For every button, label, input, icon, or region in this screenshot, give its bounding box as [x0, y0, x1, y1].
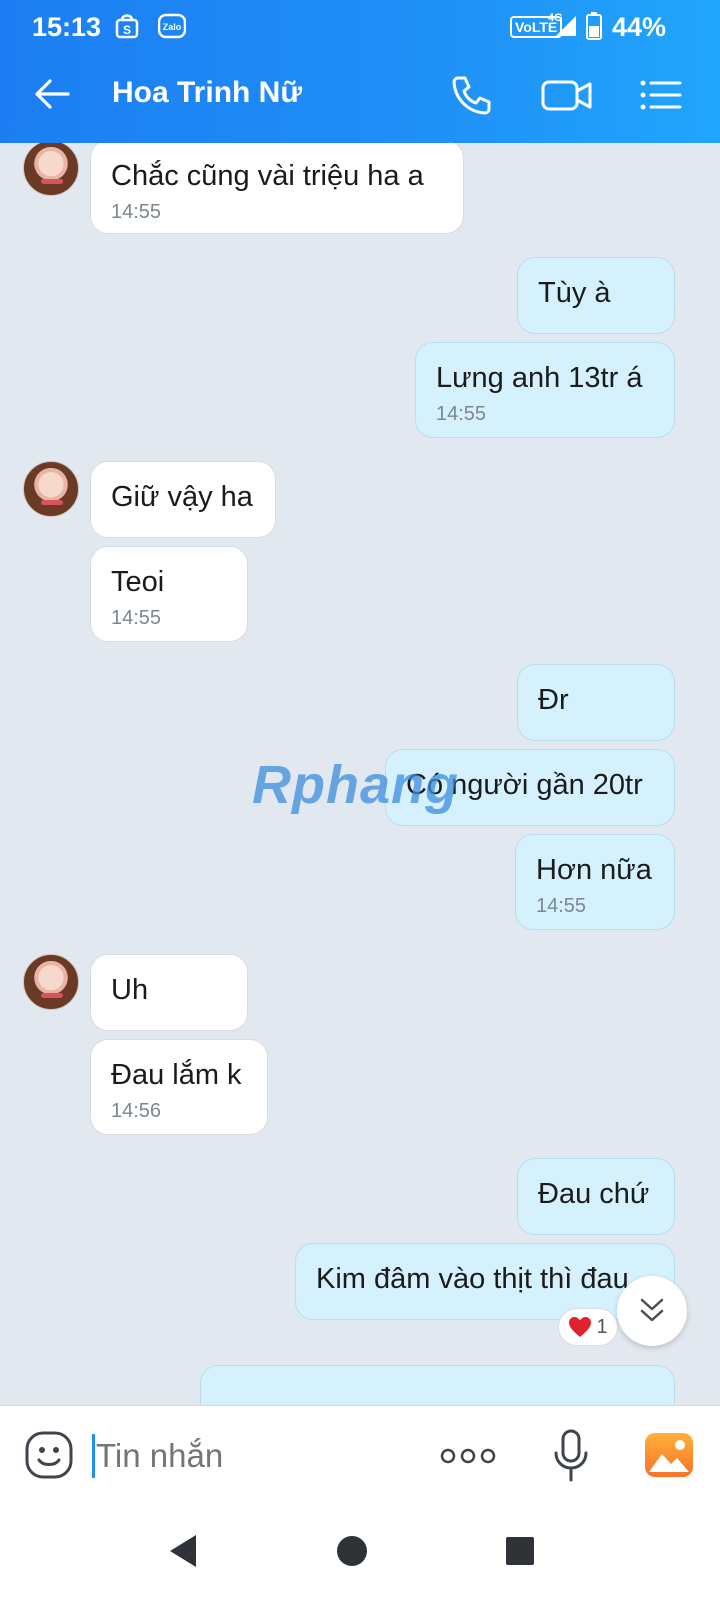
back-arrow-icon[interactable]: [30, 72, 74, 116]
message-text: Đr: [538, 684, 569, 716]
watermark: Rphang: [252, 755, 459, 815]
reaction-count: 1: [596, 1315, 608, 1338]
message-bubble-incoming[interactable]: Chắc cũng vài triệu ha a 14:55: [90, 143, 464, 234]
status-bar: 15:13 S Zalo VoLTE 4G 44%: [0, 0, 720, 50]
text-cursor: [92, 1434, 95, 1478]
message-bubble-incoming[interactable]: Uh: [90, 954, 248, 1031]
system-navigation-bar: [0, 1505, 720, 1600]
app-top-bar: 15:13 S Zalo VoLTE 4G 44% Hoa Trinh Nữ: [0, 0, 720, 143]
shopee-icon: S: [115, 14, 139, 39]
message-bubble-outgoing[interactable]: Hơn nữa 14:55: [515, 834, 675, 930]
message-text: Lưng anh 13tr á: [436, 362, 643, 394]
chat-header: Hoa Trinh Nữ: [0, 50, 720, 143]
message-text: Đau lắm k: [111, 1059, 242, 1091]
contact-avatar[interactable]: [23, 954, 79, 1010]
nav-back-icon[interactable]: [162, 1529, 206, 1573]
message-bubble-incoming[interactable]: Teoi 14:55: [90, 546, 248, 642]
message-bubble-outgoing[interactable]: [200, 1365, 675, 1405]
contact-avatar[interactable]: [23, 143, 79, 196]
message-time: 14:55: [536, 895, 587, 917]
menu-list-icon[interactable]: [636, 70, 686, 120]
message-text: Teoi: [111, 566, 165, 598]
message-time: 14:56: [111, 1100, 162, 1122]
message-bubble-outgoing[interactable]: Lưng anh 13tr á 14:55: [415, 342, 675, 438]
microphone-icon[interactable]: [551, 1428, 591, 1484]
message-bubble-outgoing[interactable]: Đau chứ: [517, 1158, 675, 1235]
image-gallery-icon[interactable]: [644, 1432, 694, 1478]
message-bubble-incoming[interactable]: Đau lắm k 14:56: [90, 1039, 268, 1135]
phone-call-icon[interactable]: [446, 70, 496, 120]
status-time: 15:13: [32, 12, 102, 42]
scroll-to-bottom-button[interactable]: [617, 1276, 687, 1346]
message-bubble-outgoing[interactable]: Tùy à: [517, 257, 675, 334]
nav-recents-icon[interactable]: [498, 1529, 542, 1573]
battery-percent: 44%: [612, 12, 667, 42]
video-call-icon[interactable]: [540, 70, 594, 120]
reaction-badge[interactable]: 1: [558, 1308, 618, 1346]
contact-avatar[interactable]: [23, 461, 79, 517]
sticker-emoji-icon[interactable]: [24, 1430, 74, 1480]
double-chevron-down-icon: [640, 1298, 664, 1322]
message-input[interactable]: [96, 1434, 396, 1478]
message-text: Giữ vậy ha: [111, 481, 253, 513]
message-text: Đau chứ: [538, 1178, 650, 1210]
message-bubble-incoming[interactable]: Giữ vậy ha: [90, 461, 276, 538]
message-text: Tùy à: [538, 277, 611, 309]
contact-name[interactable]: Hoa Trinh Nữ: [112, 76, 302, 110]
message-text: Kim đâm vào thịt thì đau: [316, 1263, 629, 1295]
message-time: 14:55: [436, 403, 487, 425]
message-time: 14:55: [111, 201, 162, 223]
heart-icon: [569, 1317, 592, 1337]
chat-messages[interactable]: Chắc cũng vài triệu ha a 14:55 Tùy à Lưn…: [0, 143, 720, 1405]
message-text: Uh: [111, 974, 149, 1006]
message-text: Chắc cũng vài triệu ha a: [111, 160, 424, 192]
nav-home-icon[interactable]: [330, 1529, 374, 1573]
zalo-icon: Zalo: [158, 13, 186, 39]
battery-icon: [586, 12, 602, 40]
signal-icon: [556, 16, 576, 36]
more-options-icon[interactable]: [440, 1446, 496, 1466]
message-input-bar: [0, 1405, 720, 1505]
message-bubble-outgoing[interactable]: Đr: [517, 664, 675, 741]
svg-text:Zalo: Zalo: [163, 22, 182, 32]
message-time: 14:55: [111, 607, 162, 629]
message-text: Hơn nữa: [536, 854, 652, 886]
svg-text:S: S: [123, 23, 131, 37]
